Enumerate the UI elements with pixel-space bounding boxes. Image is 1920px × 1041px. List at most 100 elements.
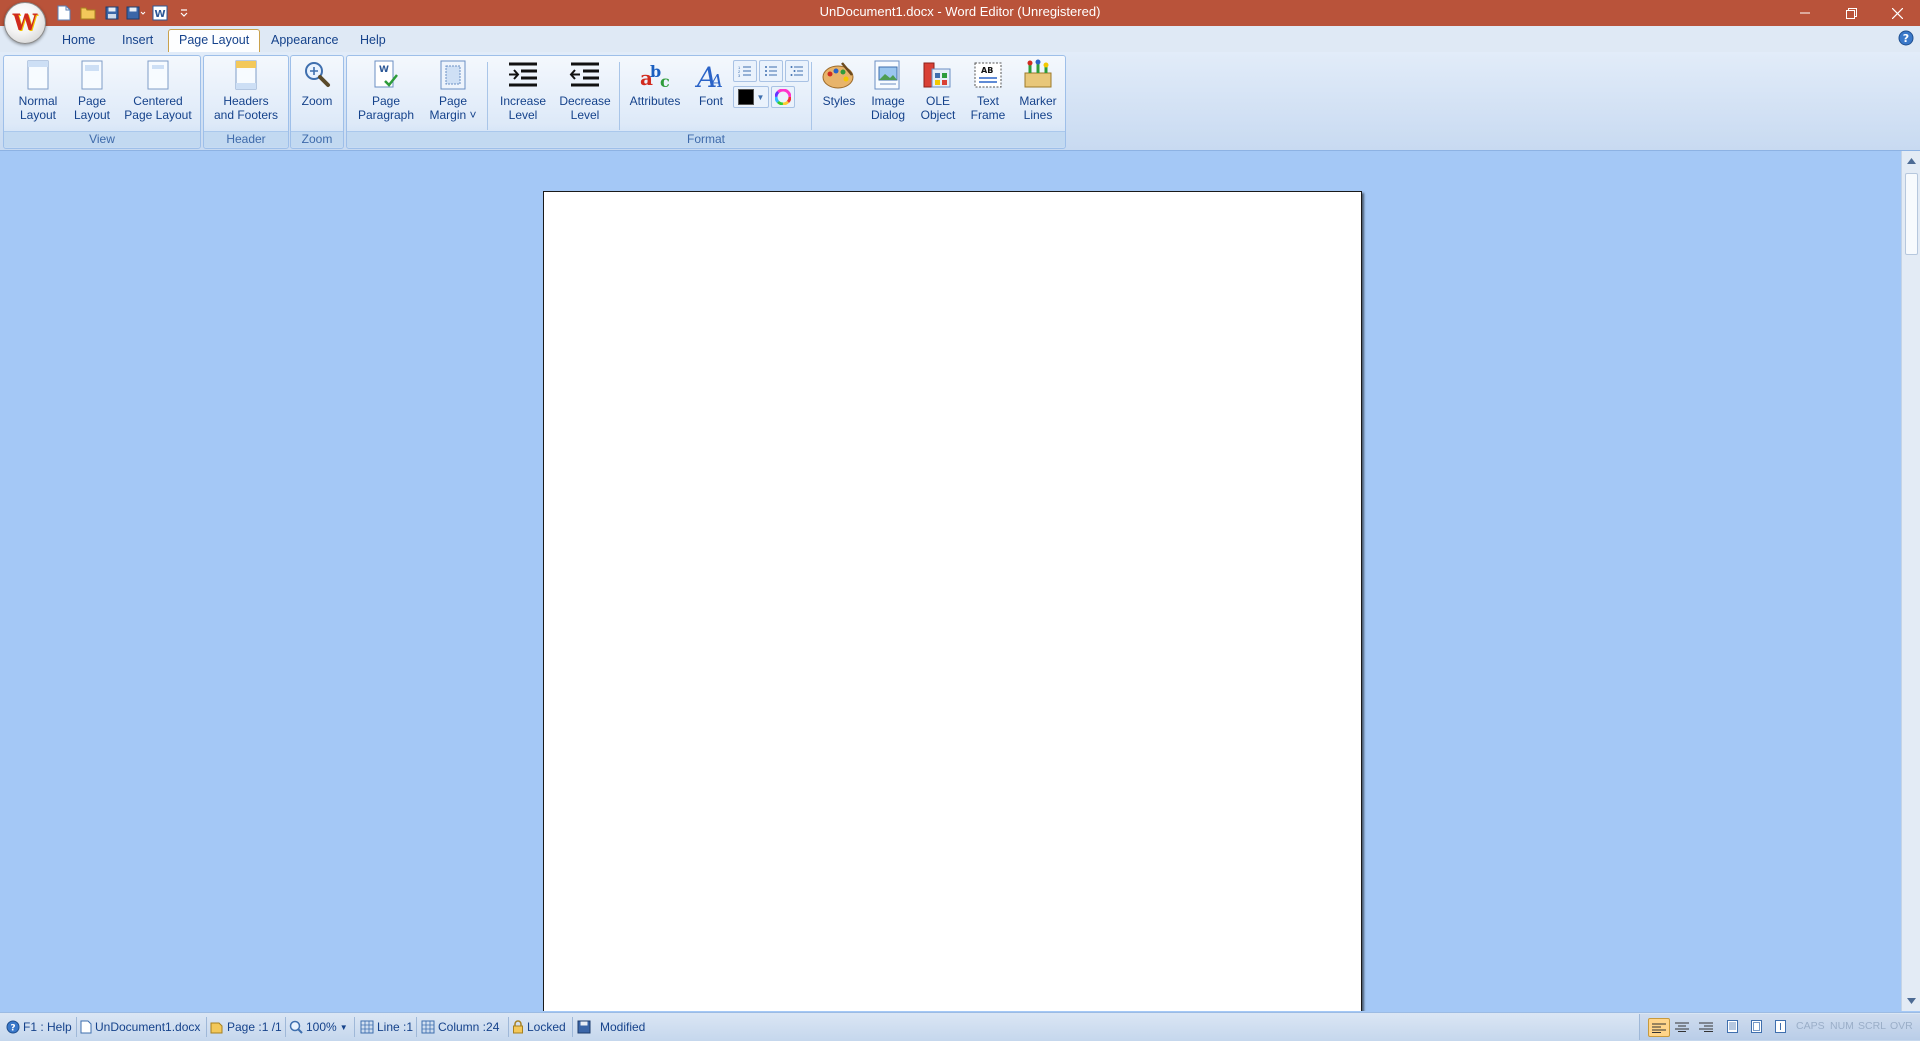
bulleted-list-icon[interactable] [759, 60, 783, 82]
centered-page-layout-button[interactable]: Centered Page Layout [120, 58, 196, 132]
scroll-up-icon[interactable] [1902, 153, 1920, 169]
group-header: Headers and Footers Header [203, 55, 289, 149]
status-bar: ? F1 : Help UnDocument1.docx Page :1 /1 … [0, 1012, 1920, 1041]
window-title: UnDocument1.docx - Word Editor (Unregist… [819, 4, 1101, 19]
attributes-button[interactable]: abc Attributes [623, 58, 687, 132]
help-icon[interactable]: ? [1898, 30, 1914, 46]
app-menu-button[interactable]: W [4, 2, 46, 44]
group-format: W Page Paragraph Page Margin ˅ Increase … [346, 55, 1066, 149]
attributes-abc-icon: abc [638, 58, 672, 92]
palette-icon [822, 58, 856, 92]
svg-text:c: c [660, 72, 670, 91]
decrease-level-button[interactable]: Decrease Level [555, 58, 615, 132]
centered-page-layout-icon [141, 58, 175, 92]
separator [619, 62, 620, 130]
styles-button[interactable]: Styles [815, 58, 863, 132]
separator [487, 62, 488, 130]
tab-help[interactable]: Help [350, 30, 396, 51]
zoom-button[interactable]: Zoom [293, 58, 341, 132]
align-center-icon[interactable] [1672, 1018, 1692, 1035]
group-label-view: View [4, 131, 200, 147]
close-icon[interactable] [1874, 0, 1920, 26]
status-help[interactable]: ? F1 : Help [6, 1019, 72, 1035]
save-icon[interactable] [102, 3, 122, 23]
title-bar: W UnDocument1.docx - Word Editor (Unregi… [0, 0, 1920, 26]
caps-lock-indicator: CAPS [1796, 1020, 1825, 1032]
chevron-down-icon: ▼ [339, 1022, 348, 1032]
disk-icon [577, 1020, 591, 1034]
text-color-dropdown[interactable]: ▼ [733, 86, 769, 108]
customize-dropdown-icon[interactable] [174, 3, 194, 23]
normal-view-icon[interactable] [1722, 1018, 1742, 1035]
separator [572, 1017, 573, 1037]
headers-footers-icon [229, 58, 263, 92]
increase-level-button[interactable]: Increase Level [493, 58, 553, 132]
separator [76, 1017, 77, 1037]
alignment-and-keys-panel: CAPS NUM SCRL OVR [1639, 1014, 1920, 1040]
word-export-icon[interactable]: W [150, 3, 170, 23]
magnifier-icon [300, 58, 334, 92]
scrollbar-thumb[interactable] [1905, 173, 1918, 255]
svg-text:W: W [154, 9, 165, 20]
increase-indent-icon [506, 58, 540, 92]
status-line: Line :1 [360, 1019, 413, 1035]
new-document-icon[interactable] [54, 3, 74, 23]
separator [508, 1017, 509, 1037]
status-locked[interactable]: Locked [512, 1019, 566, 1035]
svg-text:?: ? [10, 1024, 15, 1034]
multilevel-list-icon[interactable] [785, 60, 809, 82]
scroll-down-icon[interactable] [1902, 993, 1920, 1009]
separator [416, 1017, 417, 1037]
page-layout-button[interactable]: Page Layout [66, 58, 118, 132]
page-count-icon [210, 1022, 223, 1034]
marker-lines-button[interactable]: Marker Lines [1013, 58, 1063, 132]
minimize-icon[interactable] [1782, 0, 1828, 26]
ole-object-icon [921, 58, 955, 92]
vertical-scrollbar[interactable] [1901, 151, 1920, 1011]
ribbon-tabs: Home Insert Page Layout Appearance Help … [0, 26, 1920, 53]
grid-icon [421, 1020, 435, 1034]
scroll-lock-indicator: SCRL [1858, 1020, 1887, 1032]
open-folder-icon[interactable] [78, 3, 98, 23]
page-paragraph-icon: W [369, 58, 403, 92]
tab-appearance[interactable]: Appearance [261, 30, 348, 51]
group-label-format: Format [347, 131, 1065, 147]
document-workspace [0, 151, 1902, 1011]
font-icon: AA [694, 58, 728, 92]
chevron-down-icon: ▼ [756, 92, 765, 102]
headers-footers-button[interactable]: Headers and Footers [208, 58, 284, 132]
color-swatch [737, 89, 754, 105]
align-left-icon[interactable] [1648, 1018, 1670, 1037]
tab-page-layout[interactable]: Page Layout [168, 29, 261, 53]
window-controls [1782, 0, 1920, 26]
image-dialog-button[interactable]: Image Dialog [863, 58, 913, 132]
help-icon: ? [6, 1020, 20, 1034]
status-zoom[interactable]: 100% ▼ [289, 1019, 348, 1035]
numbered-list-icon[interactable]: 123 [733, 60, 757, 82]
align-right-icon[interactable] [1696, 1018, 1716, 1035]
page-margin-button[interactable]: Page Margin ˅ [423, 58, 483, 132]
num-lock-indicator: NUM [1830, 1020, 1854, 1032]
word-editor-logo: W [12, 10, 38, 36]
color-wheel-icon[interactable] [771, 86, 795, 108]
page-paragraph-button[interactable]: W Page Paragraph [353, 58, 419, 132]
separator [285, 1017, 286, 1037]
font-button[interactable]: AA Font [689, 58, 733, 132]
tab-insert[interactable]: Insert [112, 30, 163, 51]
text-frame-button[interactable]: AB Text Frame [963, 58, 1013, 132]
centered-view-icon[interactable] [1770, 1018, 1790, 1035]
marker-lines-icon [1021, 58, 1055, 92]
svg-text:W: W [379, 65, 389, 75]
ole-object-button[interactable]: OLE Object [913, 58, 963, 132]
overwrite-indicator: OVR [1890, 1020, 1913, 1032]
svg-text:?: ? [1903, 32, 1909, 45]
restore-icon[interactable] [1828, 0, 1874, 26]
document-page[interactable] [543, 191, 1362, 1011]
normal-layout-button[interactable]: Normal Layout [10, 58, 66, 132]
text-frame-icon: AB [971, 58, 1005, 92]
page-view-icon[interactable] [1746, 1018, 1766, 1035]
save-as-icon[interactable] [126, 3, 146, 23]
svg-text:A: A [708, 71, 723, 91]
group-view: Normal Layout Page Layout Centered Page … [3, 55, 201, 149]
tab-home[interactable]: Home [52, 30, 105, 51]
